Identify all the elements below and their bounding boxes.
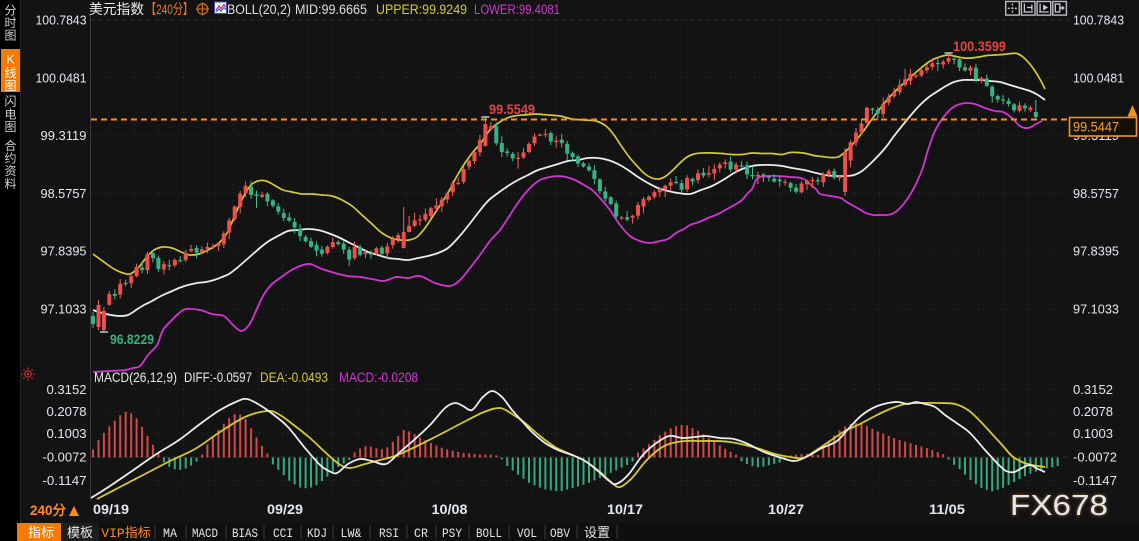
svg-text:-0.0072: -0.0072 (1073, 450, 1117, 465)
svg-text:10/27: 10/27 (768, 502, 804, 517)
svg-text:100.0481: 100.0481 (36, 70, 87, 85)
svg-text:VOL: VOL (517, 526, 537, 541)
svg-text:K: K (6, 53, 14, 67)
svg-text:VIP指标: VIP指标 (101, 526, 150, 541)
svg-text:-0.1147: -0.1147 (43, 473, 87, 488)
svg-text:FX678: FX678 (1010, 490, 1108, 522)
svg-text:99.3119: 99.3119 (41, 128, 87, 143)
svg-text:96.8229: 96.8229 (110, 332, 154, 347)
svg-text:MACD: MACD (192, 526, 218, 541)
svg-text:97.1033: 97.1033 (1073, 302, 1119, 317)
svg-text:MACD:-0.0208: MACD:-0.0208 (339, 370, 418, 385)
svg-text:BOLL(20,2): BOLL(20,2) (227, 2, 291, 17)
svg-text:CCI: CCI (273, 526, 293, 541)
svg-text:100.7843: 100.7843 (36, 13, 87, 28)
svg-text:MID:99.6665: MID:99.6665 (295, 2, 367, 17)
svg-text:0.3152: 0.3152 (47, 382, 87, 397)
svg-text:09/29: 09/29 (267, 502, 303, 517)
svg-text:KDJ: KDJ (307, 526, 327, 541)
svg-text:100.0481: 100.0481 (1073, 70, 1124, 85)
svg-text:设置: 设置 (584, 525, 610, 540)
svg-text:UPPER:99.9249: UPPER:99.9249 (376, 2, 467, 17)
svg-text:【240分】: 【240分】 (146, 1, 193, 17)
svg-text:11/05: 11/05 (929, 502, 966, 517)
svg-text:RSI: RSI (379, 526, 399, 541)
svg-text:LOWER:99.4081: LOWER:99.4081 (474, 2, 560, 17)
svg-text:0.1003: 0.1003 (47, 426, 87, 441)
svg-text:0.1003: 0.1003 (1073, 426, 1113, 441)
svg-text:10/08: 10/08 (432, 502, 469, 517)
svg-text:CR: CR (414, 526, 428, 541)
svg-text:MA: MA (163, 526, 177, 541)
svg-text:DIFF:-0.0597: DIFF:-0.0597 (184, 370, 252, 385)
svg-text:09/19: 09/19 (93, 502, 129, 517)
svg-text:100.3599: 100.3599 (953, 39, 1006, 54)
svg-text:BIAS: BIAS (232, 526, 258, 541)
svg-text:98.5757: 98.5757 (41, 186, 87, 201)
svg-text:97.8395: 97.8395 (1073, 244, 1119, 259)
svg-text:图: 图 (4, 120, 16, 134)
svg-text:美元指数: 美元指数 (89, 1, 144, 17)
svg-text:100.7843: 100.7843 (1073, 13, 1124, 28)
svg-text:DEA:-0.0493: DEA:-0.0493 (260, 370, 328, 385)
svg-text:0.2078: 0.2078 (47, 404, 87, 419)
svg-text:LW&: LW& (341, 526, 362, 541)
svg-text:料: 料 (4, 177, 16, 191)
svg-text:模板: 模板 (67, 525, 93, 540)
svg-text:10/17: 10/17 (607, 502, 643, 517)
svg-text:98.5757: 98.5757 (1073, 186, 1119, 201)
svg-text:99.5447: 99.5447 (1073, 120, 1119, 135)
svg-text:99.5549: 99.5549 (489, 102, 535, 117)
svg-text:BOLL: BOLL (476, 526, 502, 541)
svg-text:PSY: PSY (442, 526, 462, 541)
svg-text:图: 图 (4, 28, 16, 42)
svg-text:-0.0072: -0.0072 (43, 450, 87, 465)
svg-text:-0.1147: -0.1147 (1073, 473, 1117, 488)
svg-text:240分: 240分 (30, 503, 67, 518)
svg-text:MACD(26,12,9): MACD(26,12,9) (94, 370, 177, 385)
svg-text:0.3152: 0.3152 (1073, 382, 1113, 397)
svg-text:0.2078: 0.2078 (1073, 404, 1113, 419)
svg-text:OBV: OBV (550, 526, 570, 541)
svg-text:图: 图 (4, 79, 16, 93)
svg-text:97.8395: 97.8395 (41, 244, 87, 259)
svg-text:97.1033: 97.1033 (41, 302, 87, 317)
svg-text:指标: 指标 (28, 525, 54, 540)
